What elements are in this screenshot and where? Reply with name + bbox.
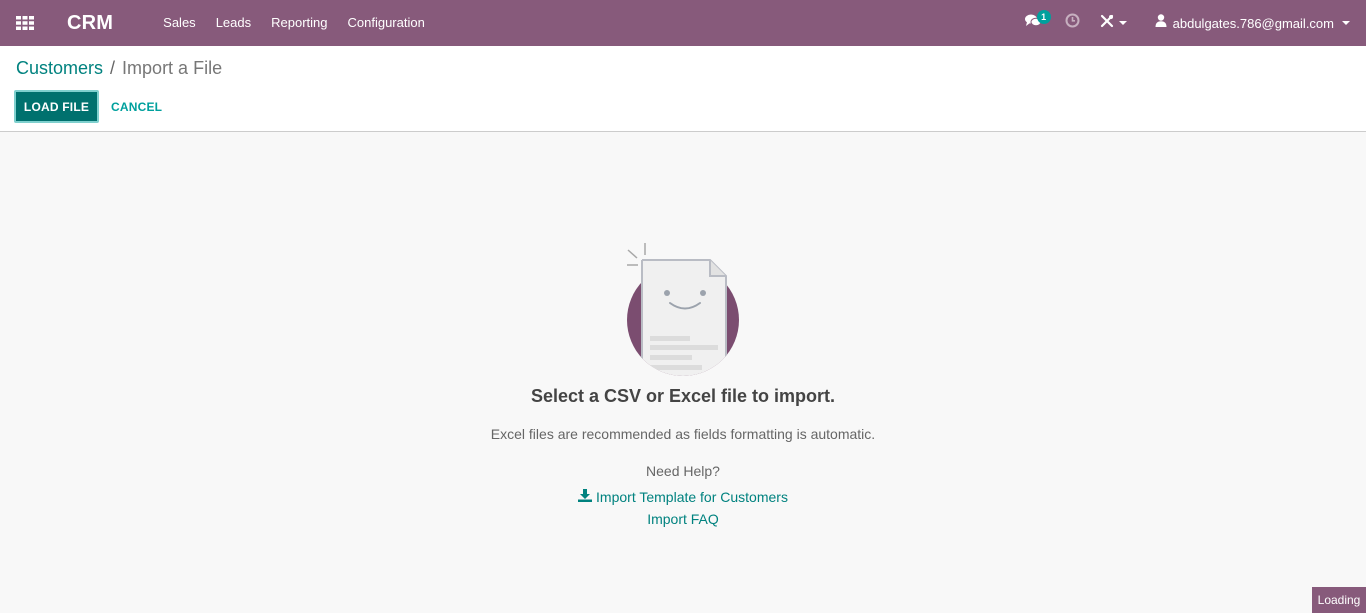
main-navbar: CRM Sales Leads Reporting Configuration … bbox=[0, 0, 1366, 46]
user-menu[interactable]: abdulgates.786@gmail.com bbox=[1145, 0, 1366, 46]
smiling-document-illustration bbox=[616, 240, 756, 380]
import-template-label: Import Template for Customers bbox=[596, 489, 788, 505]
loading-indicator: Loading bbox=[1312, 587, 1366, 613]
breadcrumb-customers-link[interactable]: Customers bbox=[16, 58, 103, 79]
breadcrumb-separator: / bbox=[110, 58, 116, 78]
debug-menu-button[interactable] bbox=[1090, 0, 1145, 46]
chevron-down-icon bbox=[1342, 21, 1350, 25]
breadcrumb: Customers / Import a File bbox=[16, 58, 222, 79]
user-icon bbox=[1155, 14, 1167, 32]
top-menu: Sales Leads Reporting Configuration bbox=[153, 0, 435, 46]
messages-button[interactable]: 1 bbox=[1015, 0, 1055, 46]
import-headline: Select a CSV or Excel file to import. bbox=[530, 386, 836, 406]
import-faq-link[interactable]: Import FAQ bbox=[0, 511, 1366, 527]
user-email: abdulgates.786@gmail.com bbox=[1172, 15, 1334, 31]
app-title[interactable]: CRM bbox=[67, 12, 113, 35]
control-panel: Customers / Import a File LOAD FILE CANC… bbox=[0, 46, 1366, 132]
load-file-button[interactable]: LOAD FILE bbox=[14, 90, 99, 123]
menu-item-reporting[interactable]: Reporting bbox=[261, 0, 337, 46]
help-title: Need Help? bbox=[646, 463, 720, 479]
clock-icon bbox=[1065, 13, 1080, 33]
download-icon bbox=[578, 489, 596, 505]
apps-grid-icon bbox=[16, 16, 34, 30]
cancel-button[interactable]: CANCEL bbox=[108, 90, 165, 123]
import-template-link[interactable]: Import Template for Customers bbox=[0, 489, 1366, 505]
menu-item-sales[interactable]: Sales bbox=[153, 0, 206, 46]
menu-item-leads[interactable]: Leads bbox=[206, 0, 261, 46]
import-subtext: Excel files are recommended as fields fo… bbox=[490, 426, 876, 442]
activities-button[interactable] bbox=[1055, 0, 1090, 46]
apps-menu-button[interactable] bbox=[0, 0, 50, 46]
breadcrumb-current: Import a File bbox=[122, 58, 223, 78]
systray: 1 abdulgates.786@gmail.com bbox=[1015, 0, 1366, 46]
messages-count-badge: 1 bbox=[1036, 10, 1051, 24]
debug-tools-icon bbox=[1100, 14, 1114, 33]
import-content: Select a CSV or Excel file to import. Ex… bbox=[0, 132, 1366, 613]
menu-item-configuration[interactable]: Configuration bbox=[337, 0, 434, 46]
chevron-down-icon bbox=[1118, 21, 1127, 25]
